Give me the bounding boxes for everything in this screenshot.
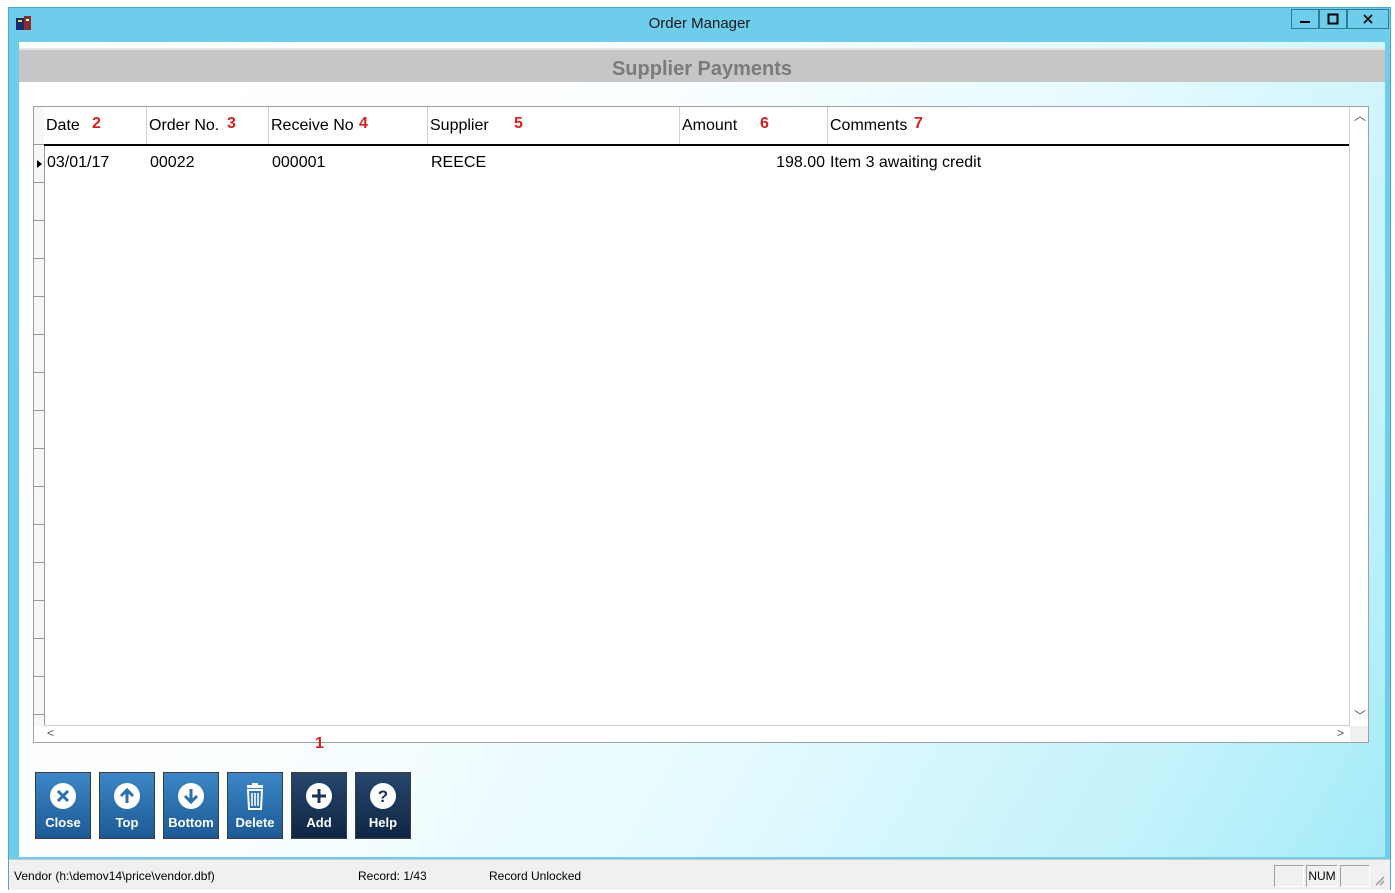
- button-label: Top: [115, 815, 139, 830]
- close-window-button[interactable]: [1347, 9, 1389, 29]
- form-title: Supplier Payments: [611, 58, 793, 80]
- column-header-amount[interactable]: Amount 6: [680, 107, 828, 144]
- callout-marker: 5: [514, 115, 523, 132]
- column-header-date[interactable]: Date 2: [44, 107, 147, 144]
- scroll-down-icon[interactable]: ﹀: [1354, 710, 1366, 722]
- column-header-order-no[interactable]: Order No. 3: [147, 107, 269, 144]
- trash-icon: [246, 783, 264, 810]
- button-label: Delete: [235, 815, 275, 830]
- minimize-icon: [1300, 21, 1310, 23]
- column-header-receive-no[interactable]: Receive No 4: [269, 107, 428, 144]
- button-label: Close: [45, 815, 81, 830]
- scroll-left-icon[interactable]: <: [47, 727, 54, 739]
- resize-grip-icon[interactable]: [1373, 874, 1385, 886]
- scrollbar-corner: [1350, 726, 1368, 742]
- column-header-comments[interactable]: Comments 7: [828, 107, 1350, 144]
- scroll-up-icon[interactable]: ︿: [1354, 110, 1366, 122]
- arrow-down-icon: [178, 783, 204, 809]
- button-label: Add: [306, 815, 332, 830]
- vertical-scrollbar[interactable]: ︿ ﹀: [1349, 107, 1368, 727]
- cell-receive-no[interactable]: 000001: [272, 154, 325, 172]
- column-label: Amount: [682, 117, 738, 134]
- cell-date[interactable]: 03/01/17: [47, 154, 109, 172]
- callout-marker: 3: [227, 115, 236, 132]
- status-lock: Record Unlocked: [489, 869, 582, 883]
- payments-grid[interactable]: Date 2 Order No. 3 Receive No 4 Supplier…: [33, 106, 1369, 743]
- scroll-right-icon[interactable]: >: [1337, 727, 1344, 739]
- close-icon: [50, 783, 76, 809]
- row-selector-column[interactable]: [34, 107, 45, 727]
- status-record-count: Record: 1/43: [358, 869, 427, 883]
- horizontal-scrollbar[interactable]: < >: [44, 725, 1350, 742]
- grid-header: Date 2 Order No. 3 Receive No 4 Supplier…: [44, 107, 1350, 146]
- top-button[interactable]: Top: [99, 772, 155, 839]
- table-row[interactable]: 03/01/17 00022 000001 REECE 198.00 Item …: [44, 146, 1350, 184]
- callout-marker: 1: [315, 735, 324, 752]
- status-panel-num: NUM: [1306, 865, 1338, 887]
- cell-supplier[interactable]: REECE: [431, 154, 486, 172]
- maximize-button[interactable]: [1319, 9, 1347, 29]
- close-button[interactable]: Close: [35, 772, 91, 839]
- column-label: Order No.: [149, 117, 220, 134]
- help-button[interactable]: ? Help: [355, 772, 411, 839]
- column-label: Receive No: [271, 117, 354, 134]
- callout-marker: 2: [92, 115, 101, 132]
- column-header-supplier[interactable]: Supplier 5: [428, 107, 680, 144]
- app-window: Order Manager Supplier Payments Date 2 O…: [8, 7, 1391, 890]
- button-label: Help: [368, 815, 398, 830]
- current-row-pointer-icon: [37, 160, 42, 168]
- arrow-up-icon: [114, 783, 140, 809]
- help-icon: ?: [370, 783, 396, 809]
- form-header: Supplier Payments: [19, 48, 1385, 82]
- bottom-button[interactable]: Bottom: [163, 772, 219, 839]
- plus-icon: [306, 783, 332, 809]
- cell-amount[interactable]: 198.00: [680, 154, 825, 172]
- column-label: Comments: [830, 117, 908, 134]
- maximize-icon: [1327, 13, 1339, 25]
- column-label: Supplier: [430, 117, 489, 134]
- close-icon: [1363, 14, 1373, 24]
- column-label: Date: [46, 117, 80, 134]
- form-area: Supplier Payments Date 2 Order No. 3 Rec…: [19, 42, 1385, 857]
- callout-marker: 6: [760, 115, 769, 132]
- status-panel-caps: [1274, 865, 1304, 887]
- svg-text:?: ?: [378, 787, 388, 806]
- status-panel-scroll: [1340, 865, 1370, 887]
- minimize-button[interactable]: [1291, 9, 1319, 29]
- delete-button[interactable]: Delete: [227, 772, 283, 839]
- title-bar[interactable]: Order Manager: [9, 8, 1390, 38]
- button-label: Bottom: [168, 815, 214, 830]
- cell-order-no[interactable]: 00022: [150, 154, 195, 172]
- add-button[interactable]: Add: [291, 772, 347, 839]
- status-file: Vendor (h:\demov14\price\vendor.dbf): [14, 869, 215, 883]
- status-bar: Vendor (h:\demov14\price\vendor.dbf) Rec…: [9, 859, 1390, 890]
- callout-marker: 4: [359, 115, 368, 132]
- window-title: Order Manager: [648, 15, 751, 32]
- callout-marker: 7: [914, 115, 923, 132]
- cell-comments[interactable]: Item 3 awaiting credit: [830, 154, 981, 172]
